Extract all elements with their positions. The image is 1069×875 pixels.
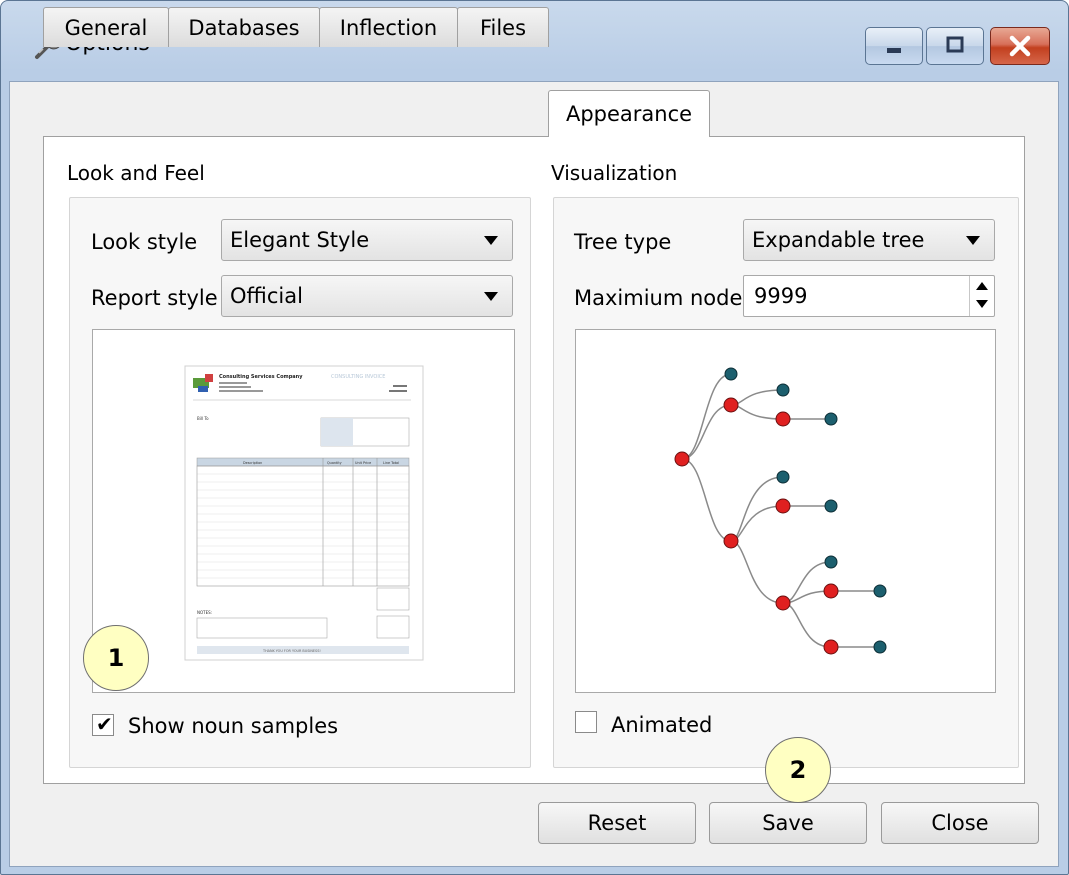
tree-node-red <box>823 583 839 599</box>
tab-general[interactable]: General <box>43 7 169 47</box>
options-window: Options General Databases Inflection Fil… <box>0 0 1069 875</box>
look-and-feel-heading: Look and Feel <box>67 161 205 185</box>
animated-checkbox[interactable] <box>575 711 597 733</box>
maximize-button[interactable] <box>926 27 984 65</box>
invoice-col-unit-price: Unit Price <box>355 461 371 465</box>
tree-node-red <box>775 411 791 427</box>
tree-diagram <box>674 367 887 655</box>
checkmark-icon: ✔ <box>96 712 113 736</box>
invoice-col-line-total: Line Total <box>383 461 399 465</box>
invoice-preview-image: Consulting Services Company CONSULTING I… <box>184 365 424 661</box>
visualization-heading: Visualization <box>551 161 678 185</box>
tree-node-red <box>775 498 791 514</box>
chevron-down-icon <box>966 236 980 245</box>
report-style-label: Report style <box>91 286 218 310</box>
invoice-company-name: Consulting Services Company <box>219 374 303 380</box>
tab-appearance[interactable]: Appearance <box>548 90 710 137</box>
report-style-value: Official <box>230 284 303 308</box>
tree-node-red <box>674 451 690 467</box>
tree-node-teal <box>724 367 738 381</box>
tree-node-teal <box>776 470 790 484</box>
tree-node-teal <box>873 584 887 598</box>
callout-badge-1: 1 <box>83 625 149 691</box>
show-noun-samples-checkbox[interactable]: ✔ <box>92 712 114 736</box>
max-nodes-label: Maximium nodes <box>574 286 754 310</box>
report-preview: Consulting Services Company CONSULTING I… <box>92 329 515 693</box>
tree-node-red <box>775 595 791 611</box>
look-style-label: Look style <box>91 230 198 254</box>
chevron-down-icon <box>484 236 498 245</box>
save-button[interactable]: Save <box>709 802 867 844</box>
report-style-select[interactable]: Official <box>221 275 513 317</box>
spin-down-icon[interactable] <box>976 300 988 308</box>
spin-up-icon[interactable] <box>976 282 988 290</box>
close-icon <box>1009 35 1031 57</box>
tree-node-red <box>823 639 839 655</box>
tree-node-red <box>723 533 739 549</box>
invoice-bill-to: Bill To <box>197 416 209 421</box>
callout-badge-2: 2 <box>765 737 831 803</box>
tree-node-teal <box>824 412 838 426</box>
show-noun-samples-label: Show noun samples <box>128 714 339 738</box>
look-style-select[interactable]: Elegant Style <box>221 219 513 261</box>
tree-type-select[interactable]: Expandable tree <box>743 219 995 261</box>
tree-node-teal <box>824 555 838 569</box>
minimize-icon <box>887 48 901 53</box>
invoice-footer: THANK YOU FOR YOUR BUSINESS! <box>262 649 321 653</box>
tree-type-label: Tree type <box>574 230 672 254</box>
invoice-col-quantity: Quantity <box>327 461 342 465</box>
tab-inflection[interactable]: Inflection <box>319 7 458 47</box>
tree-node-teal <box>873 640 887 654</box>
invoice-col-description: Description <box>243 461 262 465</box>
tree-type-value: Expandable tree <box>752 228 925 252</box>
chevron-down-icon <box>484 292 498 301</box>
minimize-button[interactable] <box>865 27 923 65</box>
tree-node-red <box>723 397 739 413</box>
invoice-doc-title: CONSULTING INVOICE <box>331 374 385 380</box>
look-style-value: Elegant Style <box>230 228 370 252</box>
max-nodes-value: 9999 <box>754 284 808 308</box>
max-nodes-spinbox[interactable]: 9999 <box>743 275 995 317</box>
tree-preview <box>575 329 996 693</box>
spin-buttons[interactable] <box>969 276 994 316</box>
tab-databases[interactable]: Databases <box>168 7 320 47</box>
tab-files[interactable]: Files <box>457 7 549 47</box>
close-button[interactable]: Close <box>881 802 1039 844</box>
reset-button[interactable]: Reset <box>538 802 696 844</box>
close-window-button[interactable] <box>990 27 1050 65</box>
invoice-notes-label: NOTES: <box>197 610 212 615</box>
animated-label: Animated <box>611 713 713 737</box>
maximize-icon <box>946 36 964 53</box>
tree-node-teal <box>824 499 838 513</box>
tree-node-teal <box>776 383 790 397</box>
